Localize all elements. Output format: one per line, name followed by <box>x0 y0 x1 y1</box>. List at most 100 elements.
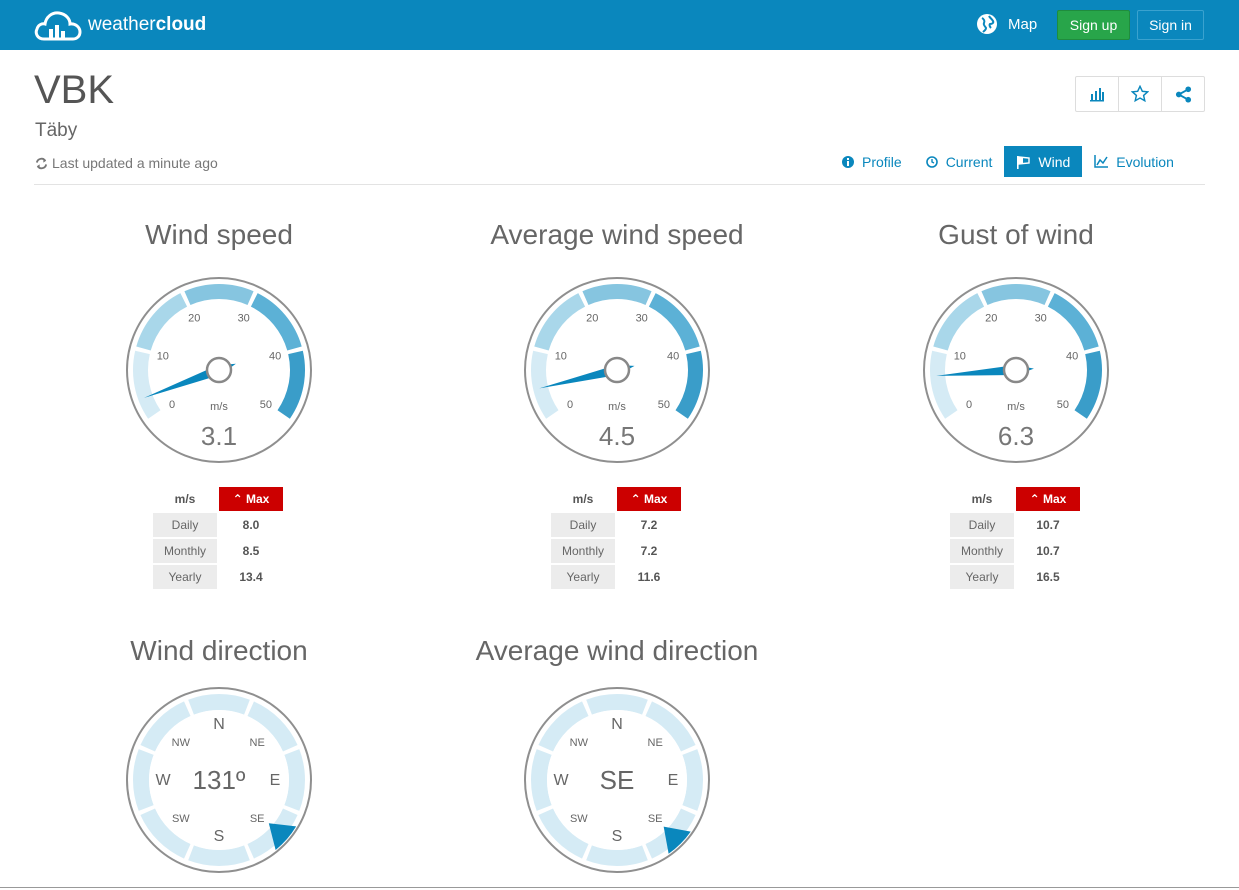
compass-label: N <box>611 716 623 733</box>
row-label: Yearly <box>153 565 217 589</box>
star-icon <box>1131 85 1149 103</box>
gauge-tick-label: 50 <box>1057 399 1069 411</box>
row-label: Yearly <box>551 565 615 589</box>
page-title: VBK <box>34 68 115 112</box>
table-row: Daily 8.0 <box>153 513 283 537</box>
top-bar: weathercloud Map Sign up Sign in <box>0 0 1239 50</box>
row-label: Monthly <box>950 539 1014 563</box>
gauge-unit: m/s <box>608 401 626 413</box>
compass-label: E <box>668 772 679 789</box>
gauge-value: 4.5 <box>599 421 635 451</box>
gauge-tick-label: 20 <box>586 313 598 325</box>
compass-label: SE <box>648 813 663 825</box>
tab-current[interactable]: Current <box>914 146 1005 177</box>
gauge-tick-label: 50 <box>260 399 272 411</box>
map-link[interactable]: Map <box>976 12 1037 36</box>
gauge-tick-label: 20 <box>985 313 997 325</box>
gauge-tick-label: 50 <box>658 399 670 411</box>
clock-icon <box>925 155 938 168</box>
wind-direction-panel: Wind direction N NE E SE S SW W NW 131º <box>29 630 409 885</box>
share-button[interactable] <box>1162 77 1204 111</box>
wind-speed-gauge: 0 10 20 30 40 50 m/s 3.1 <box>126 277 312 463</box>
gauge-tick-label: 10 <box>555 351 567 363</box>
compass-label: W <box>155 772 171 789</box>
bar-chart-icon <box>1090 88 1104 102</box>
share-icon <box>1175 85 1191 103</box>
gauge-title: Average wind direction <box>475 635 759 666</box>
station-tabs: Profile Current Wind Evolution <box>830 146 1186 177</box>
wind-speed-max-table: m/s ⌃ Max Daily 8.0 Monthly 8.5 Yearly 13.4 <box>151 485 285 591</box>
sign-in-button[interactable]: Sign in <box>1137 10 1204 40</box>
gauge-tick-label: 10 <box>157 351 169 363</box>
compass-label: S <box>612 828 623 845</box>
row-value: 10.7 <box>1036 518 1060 532</box>
stats-button[interactable] <box>1076 77 1119 111</box>
sign-up-button[interactable]: Sign up <box>1057 10 1130 40</box>
table-row: Daily 10.7 <box>950 513 1080 537</box>
gauge-tick-label: 30 <box>238 313 250 325</box>
max-header: ⌃ Max <box>219 487 283 511</box>
gauge-title: Average wind speed <box>490 219 744 250</box>
gauge-value: 6.3 <box>998 421 1034 451</box>
table-row: Monthly 8.5 <box>153 539 283 563</box>
gauge-hub <box>1002 356 1030 384</box>
favorite-button[interactable] <box>1119 77 1162 111</box>
row-value: 7.2 <box>640 518 658 532</box>
compass-label: NE <box>250 737 265 749</box>
max-header: ⌃ Max <box>617 487 681 511</box>
station-location: Täby <box>35 120 78 141</box>
refresh-icon <box>35 157 48 169</box>
average-wind-speed-max-table: m/s ⌃ Max Daily 7.2 Monthly 7.2 Yearly 11.6 <box>549 485 683 591</box>
tab-profile[interactable]: Profile <box>830 146 914 177</box>
compass-center-value: 131º <box>193 765 246 795</box>
average-wind-speed-gauge: 0 10 20 30 40 50 m/s 4.5 <box>524 277 710 463</box>
gust-of-wind-max-table: m/s ⌃ Max Daily 10.7 Monthly 10.7 Yearly 16… <box>948 485 1082 591</box>
compass-label: S <box>214 828 225 845</box>
globe-icon <box>977 14 997 34</box>
max-header: ⌃ Max <box>1016 487 1080 511</box>
gauge-value: 3.1 <box>201 421 237 451</box>
compass-label: NE <box>648 737 663 749</box>
gust-of-wind-gauge: 0 10 20 30 40 50 m/s 6.3 <box>923 277 1109 463</box>
unit-header: m/s <box>572 492 594 506</box>
line-chart-icon <box>1094 155 1109 168</box>
row-value: 13.4 <box>239 570 263 584</box>
gust-of-wind-panel: Gust of wind 0 10 20 30 40 50 m/s 6.3 m/s ⌃ Max… <box>826 215 1206 605</box>
info-icon <box>842 155 854 168</box>
compass-label: NW <box>570 737 589 749</box>
average-wind-direction-panel: Average wind direction N NE E SE S SW W NW SE <box>427 630 807 885</box>
gauge-tick-label: 0 <box>966 399 972 411</box>
tab-wind[interactable]: Wind <box>1004 146 1083 177</box>
row-label: Monthly <box>551 539 615 563</box>
average-wind-direction-compass: N NE E SE S SW W NW SE <box>524 687 710 873</box>
gauge-tick-label: 0 <box>567 399 573 411</box>
row-value: 10.7 <box>1036 544 1060 558</box>
tab-label: Current <box>945 153 993 170</box>
wind-direction-compass: N NE E SE S SW W NW 131º <box>126 687 312 873</box>
gauge-tick-label: 0 <box>169 399 175 411</box>
compass-label: W <box>553 772 569 789</box>
tab-evolution[interactable]: Evolution <box>1082 146 1186 177</box>
row-value: 7.2 <box>640 544 658 558</box>
table-row: Yearly 11.6 <box>551 565 681 589</box>
gauge-title: Wind direction <box>130 635 308 666</box>
gauge-tick-label: 30 <box>1035 313 1047 325</box>
unit-header: m/s <box>971 492 993 506</box>
compass-label: E <box>270 772 281 789</box>
page-bottom-edge <box>0 887 1239 888</box>
gauge-unit: m/s <box>1007 401 1025 413</box>
wind-flag-icon <box>1017 155 1031 169</box>
header-divider <box>34 184 1205 185</box>
row-value: 16.5 <box>1036 570 1060 584</box>
table-row: Daily 7.2 <box>551 513 681 537</box>
gauge-title: Gust of wind <box>938 219 1094 250</box>
weathercloud-logo[interactable]: weathercloud <box>34 8 206 42</box>
table-row: Monthly 10.7 <box>950 539 1080 563</box>
tab-label: Wind <box>1038 153 1071 170</box>
table-row: Monthly 7.2 <box>551 539 681 563</box>
unit-header: m/s <box>174 492 196 506</box>
tab-label: Evolution <box>1116 153 1174 170</box>
row-label: Daily <box>551 513 615 537</box>
gauge-tick-label: 40 <box>667 351 679 363</box>
map-label: Map <box>1008 15 1038 33</box>
